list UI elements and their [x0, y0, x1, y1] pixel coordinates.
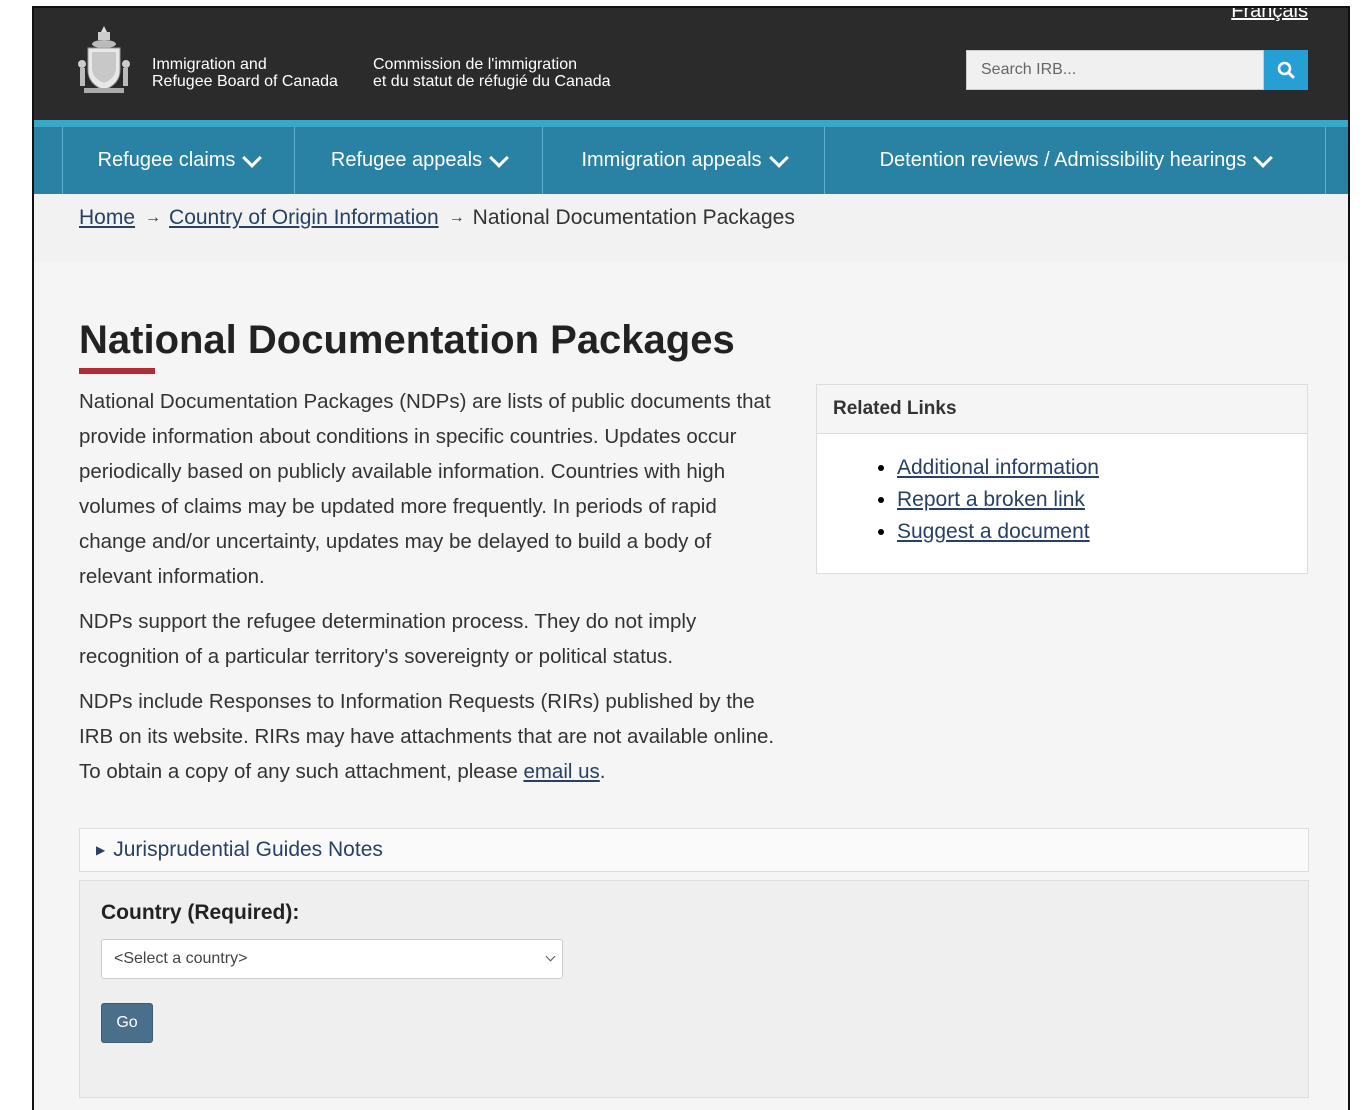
breadcrumb: Home → Country of Origin Information → N…	[79, 206, 795, 230]
browser-page: Français Immigration and Refugee Board o…	[32, 6, 1350, 1110]
search-form	[966, 50, 1308, 90]
country-select-value: <Select a country>	[114, 950, 248, 967]
triangle-right-icon: ▶	[96, 843, 106, 857]
canada-coat-of-arms-icon	[78, 26, 130, 93]
signature-english: Immigration and Refugee Board of Canada	[152, 56, 338, 90]
nav-refugee-claims-label: Refugee claims	[97, 149, 236, 171]
search-icon	[1277, 61, 1295, 79]
report-broken-link-link[interactable]: Report a broken link	[897, 488, 1085, 511]
additional-information-link[interactable]: Additional information	[897, 456, 1099, 479]
page-title: National Documentation Packages	[79, 318, 735, 362]
related-links-panel: Related Links Additional information Rep…	[816, 384, 1308, 574]
signature-french-line2: et du statut de réfugié du Canada	[373, 73, 611, 90]
intro-paragraph-2: NDPs support the refugee determination p…	[79, 610, 697, 668]
jurisprudential-guides-toggle[interactable]: ▶ Jurisprudential Guides Notes	[79, 828, 1309, 872]
nav-detention-reviews[interactable]: Detention reviews / Admissibility hearin…	[824, 127, 1326, 194]
related-links-list: Additional information Report a broken l…	[817, 452, 1307, 548]
chevron-down-icon	[545, 951, 556, 962]
nav-detention-reviews-label: Detention reviews / Admissibility hearin…	[879, 149, 1247, 171]
intro-paragraph-3-end: .	[599, 760, 606, 783]
arrow-right-icon: →	[448, 209, 465, 226]
breadcrumb-current: National Documentation Packages	[472, 206, 795, 229]
language-toggle-link[interactable]: Français	[1231, 8, 1308, 23]
jurisprudential-guides-label: Jurisprudential Guides Notes	[113, 838, 383, 861]
breadcrumb-bar: Home → Country of Origin Information → N…	[34, 194, 1348, 262]
nav-immigration-appeals[interactable]: Immigration appeals	[542, 127, 824, 194]
breadcrumb-home-link[interactable]: Home	[79, 206, 135, 230]
breadcrumb-coi-link[interactable]: Country of Origin Information	[169, 206, 439, 230]
intro-paragraph-3: NDPs include Responses to Information Re…	[79, 684, 789, 789]
nav-refugee-claims[interactable]: Refugee claims	[62, 127, 294, 194]
country-label: Country (Required):	[101, 901, 300, 924]
main-content: National Documentation Packages National…	[34, 262, 1348, 1110]
list-item: Suggest a document	[897, 516, 1307, 548]
signature-english-line1: Immigration and	[152, 56, 267, 73]
title-accent-bar	[79, 368, 155, 374]
signature-english-line2: Refugee Board of Canada	[152, 73, 338, 90]
list-item: Additional information	[897, 452, 1307, 484]
country-search-form: Country (Required): <Select a country> G…	[79, 880, 1309, 1098]
intro-paragraph-1: National Documentation Packages (NDPs) a…	[79, 390, 771, 588]
suggest-document-link[interactable]: Suggest a document	[897, 520, 1090, 543]
nav-immigration-appeals-label: Immigration appeals	[581, 149, 762, 171]
chevron-down-icon	[1253, 147, 1274, 168]
intro-text: National Documentation Packages (NDPs) a…	[79, 384, 789, 799]
intro-paragraph-3-text: NDPs include Responses to Information Re…	[79, 690, 775, 783]
nav-refugee-appeals[interactable]: Refugee appeals	[294, 127, 542, 194]
related-links-heading: Related Links	[817, 385, 1307, 434]
nav-refugee-appeals-label: Refugee appeals	[330, 149, 483, 171]
go-button[interactable]: Go	[101, 1003, 153, 1043]
list-item: Report a broken link	[897, 484, 1307, 516]
email-us-link[interactable]: email us	[523, 760, 599, 783]
search-input[interactable]	[966, 50, 1264, 90]
chevron-down-icon	[242, 147, 263, 168]
chevron-down-icon	[768, 147, 789, 168]
signature-french: Commission de l'immigration et du statut…	[373, 56, 611, 90]
arrow-right-icon: →	[145, 209, 162, 226]
country-select[interactable]: <Select a country>	[101, 939, 563, 979]
search-button[interactable]	[1264, 50, 1308, 90]
main-navigation: Refugee claims Refugee appeals Immigrati…	[34, 120, 1348, 194]
site-header: Français Immigration and Refugee Board o…	[34, 8, 1348, 120]
chevron-down-icon	[489, 147, 510, 168]
signature-french-line1: Commission de l'immigration	[373, 56, 577, 73]
